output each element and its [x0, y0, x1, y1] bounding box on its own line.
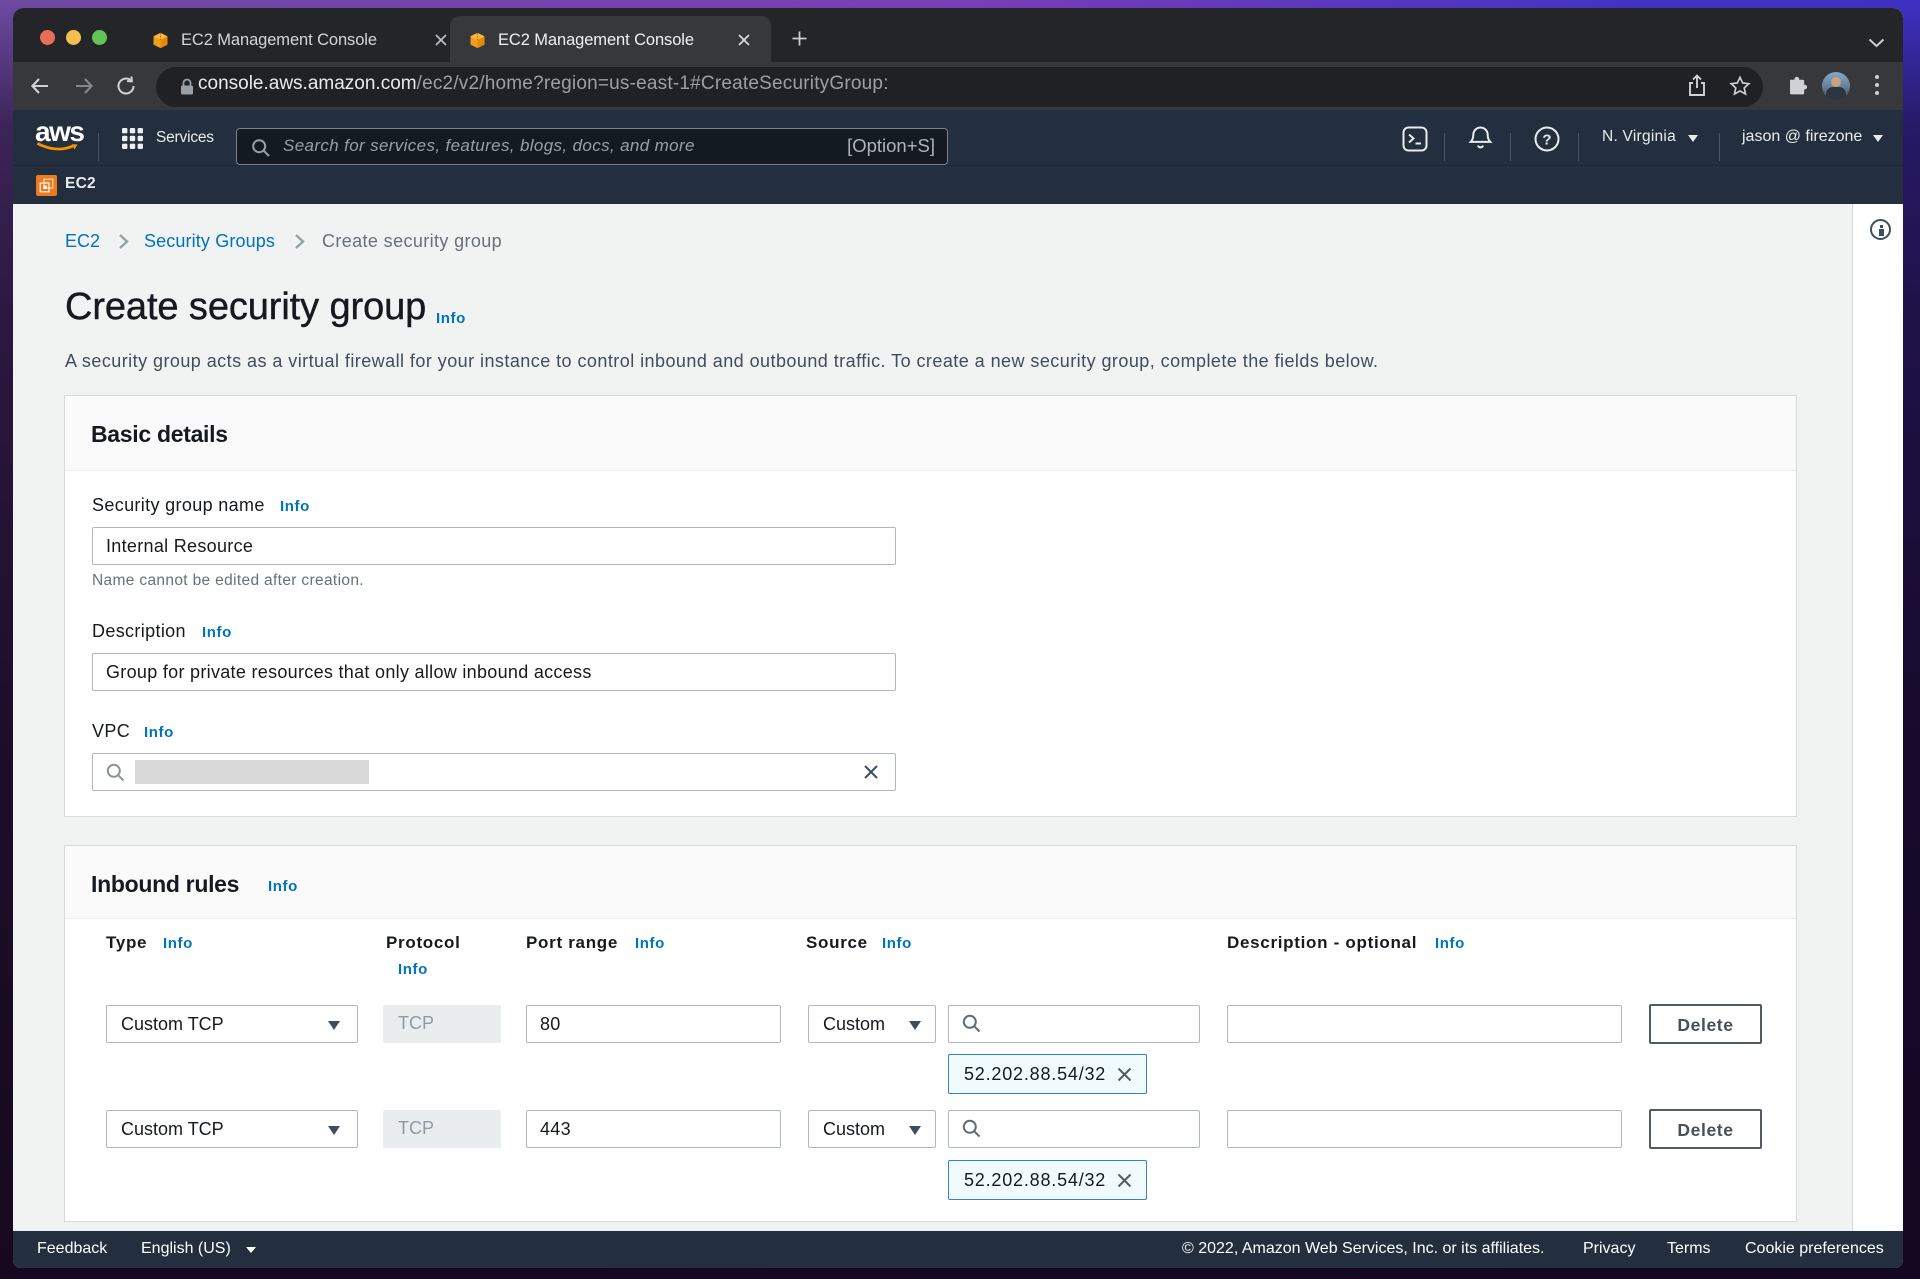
svg-text:?: ? — [1542, 132, 1551, 149]
